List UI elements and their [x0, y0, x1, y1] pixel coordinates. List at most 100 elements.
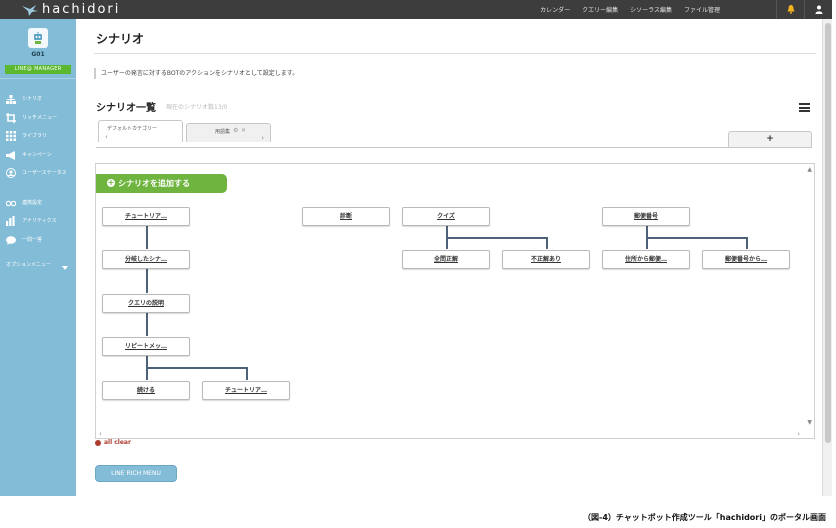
window-scrollbar[interactable]: [822, 19, 832, 496]
speech-bubble-icon: [6, 235, 16, 245]
notification-button[interactable]: [776, 0, 804, 19]
hamburger-menu-icon[interactable]: [799, 103, 810, 112]
scenario-node[interactable]: 続ける: [102, 381, 190, 400]
topnav-thesaurus-edit[interactable]: シソーラス編集: [630, 5, 672, 14]
scenario-node[interactable]: 診断: [302, 207, 390, 226]
sidebar-item-label: リッチメニュー: [22, 115, 58, 121]
sitemap-icon: [6, 94, 16, 104]
connector-line: [246, 367, 248, 380]
chevron-right-icon[interactable]: ›: [261, 134, 264, 142]
line-manager-badge[interactable]: LINE@ MANAGER: [5, 65, 71, 74]
caret-down-icon: [62, 255, 68, 274]
connector-line: [646, 237, 747, 239]
close-icon[interactable]: ✕: [241, 127, 246, 134]
sidebar-item-label: ライブラリ: [22, 133, 48, 139]
link-icon: [6, 198, 16, 208]
bomb-icon: [95, 439, 101, 446]
sidebar-item-analytics[interactable]: アナリティクス: [6, 216, 56, 226]
tab-glossary[interactable]: 用語集 ⚙ ✕ ›: [186, 123, 271, 142]
user-menu-button[interactable]: [804, 0, 832, 19]
main-content: シナリオ ユーザーの発言に対するBOTのアクションをシナリオとして設定します。 …: [76, 19, 822, 496]
sidebar-item-user-status[interactable]: ユーザーステータス: [6, 168, 74, 178]
sidebar-item-campaign[interactable]: キャンペーン: [6, 150, 52, 160]
sidebar-item-label: 一問一答: [22, 237, 43, 243]
grid-icon: [6, 131, 16, 141]
sidebar-item-library[interactable]: ライブラリ: [6, 131, 47, 141]
gear-icon[interactable]: ⚙: [233, 127, 238, 134]
scenario-canvas[interactable]: + シナリオを追加する チュートリア… 分岐したシナ… クエリの説明 リピートメ…: [95, 163, 815, 439]
sidebar-item-rich-menu[interactable]: リッチメニュー: [6, 113, 57, 123]
scenario-node[interactable]: 郵便番号から…: [702, 250, 790, 269]
connector-line: [146, 269, 148, 293]
scroll-right-icon[interactable]: ›: [797, 430, 800, 438]
connector-line: [746, 237, 748, 249]
all-clear-status[interactable]: all clear: [95, 439, 131, 446]
tabs-divider: [96, 147, 812, 148]
top-bar: hachidori カレンダー クエリー編集 シソーラス編集 ファイル管理: [0, 0, 832, 19]
chevron-left-icon[interactable]: ‹: [105, 133, 108, 141]
connector-line: [446, 237, 547, 239]
sidebar-item-label: オプションメニュー: [6, 261, 51, 268]
scenario-node[interactable]: 分岐したシナ…: [102, 250, 190, 269]
tab-label: デフォルトカテゴリー: [107, 126, 158, 132]
scroll-down-icon[interactable]: ▼: [807, 419, 812, 426]
scenario-node[interactable]: リピートメッ…: [102, 337, 190, 356]
user-icon: [815, 5, 822, 14]
app-logo[interactable]: hachidori: [22, 1, 120, 18]
topnav-file-manager[interactable]: ファイル管理: [684, 5, 720, 14]
scenario-node[interactable]: クイズ: [402, 207, 490, 226]
scenario-node[interactable]: チュートリア…: [102, 207, 190, 226]
title-divider: [94, 53, 816, 54]
sidebar-item-label: ユーザーステータス: [22, 170, 67, 176]
scenario-node[interactable]: 不正解あり: [502, 250, 590, 269]
avatar[interactable]: [28, 28, 48, 48]
sidebar: G01 LINE@ MANAGER シナリオ リッチメニュー ライブラリ キャン…: [0, 19, 76, 496]
sidebar-account: G01 LINE@ MANAGER: [0, 19, 76, 79]
plus-circle-icon: +: [107, 178, 115, 187]
app-brand-name: hachidori: [42, 2, 121, 17]
page-title: シナリオ: [96, 32, 145, 46]
scrollbar-thumb[interactable]: [825, 23, 831, 443]
robot-icon: [34, 32, 42, 44]
top-icons: [776, 0, 832, 19]
account-name: G01: [31, 51, 45, 58]
figure-caption: （図-4）チャットボット作成ツール「hachidori」のポータル画面: [583, 513, 826, 522]
sidebar-item-label: アナリティクス: [22, 218, 57, 224]
sidebar-item-scenario[interactable]: シナリオ: [6, 94, 42, 104]
megaphone-icon: [6, 150, 16, 160]
sidebar-item-integration[interactable]: 連携設定: [6, 198, 42, 208]
add-scenario-label: シナリオを追加する: [118, 179, 190, 188]
scenario-count: 現在のシナリオ数13/0: [166, 104, 228, 111]
scenario-node[interactable]: 住所から郵便…: [602, 250, 690, 269]
scenario-node[interactable]: 郵便番号: [602, 207, 690, 226]
connector-line: [146, 226, 148, 249]
scroll-up-icon[interactable]: ▲: [807, 166, 812, 173]
user-circle-icon: [6, 168, 16, 178]
tab-default-category[interactable]: デフォルトカテゴリー ‹: [98, 120, 183, 142]
scenario-node[interactable]: チュートリア…: [202, 381, 290, 400]
line-rich-menu-button[interactable]: LINE RICH MENU: [95, 465, 177, 482]
sidebar-item-label: 連携設定: [22, 200, 43, 206]
sidebar-item-faq[interactable]: 一問一答: [6, 235, 42, 245]
bell-icon: [787, 5, 794, 14]
topnav-calendar[interactable]: カレンダー: [540, 5, 570, 14]
connector-line: [146, 313, 148, 336]
add-tab-button[interactable]: +: [728, 131, 812, 147]
scenario-node[interactable]: 全問正解: [402, 250, 490, 269]
sidebar-item-label: キャンペーン: [22, 152, 52, 158]
sidebar-item-label: シナリオ: [22, 96, 43, 102]
scroll-left-icon[interactable]: ‹: [99, 430, 102, 438]
scenario-list-title: シナリオ一覧: [96, 103, 156, 114]
hummingbird-icon: [22, 4, 38, 16]
bar-chart-icon: [6, 216, 16, 226]
page-description: ユーザーの発言に対するBOTのアクションをシナリオとして設定します。: [94, 68, 298, 79]
top-nav: カレンダー クエリー編集 シソーラス編集 ファイル管理: [528, 0, 720, 19]
connector-line: [546, 237, 548, 249]
crop-icon: [6, 113, 16, 123]
topnav-query-edit[interactable]: クエリー編集: [582, 5, 618, 14]
sidebar-item-option-menu[interactable]: オプションメニュー: [6, 255, 68, 274]
all-clear-label: all clear: [104, 439, 131, 446]
connector-line: [146, 367, 247, 369]
add-scenario-button[interactable]: + シナリオを追加する: [96, 174, 227, 193]
scenario-node[interactable]: クエリの説明: [102, 294, 190, 313]
